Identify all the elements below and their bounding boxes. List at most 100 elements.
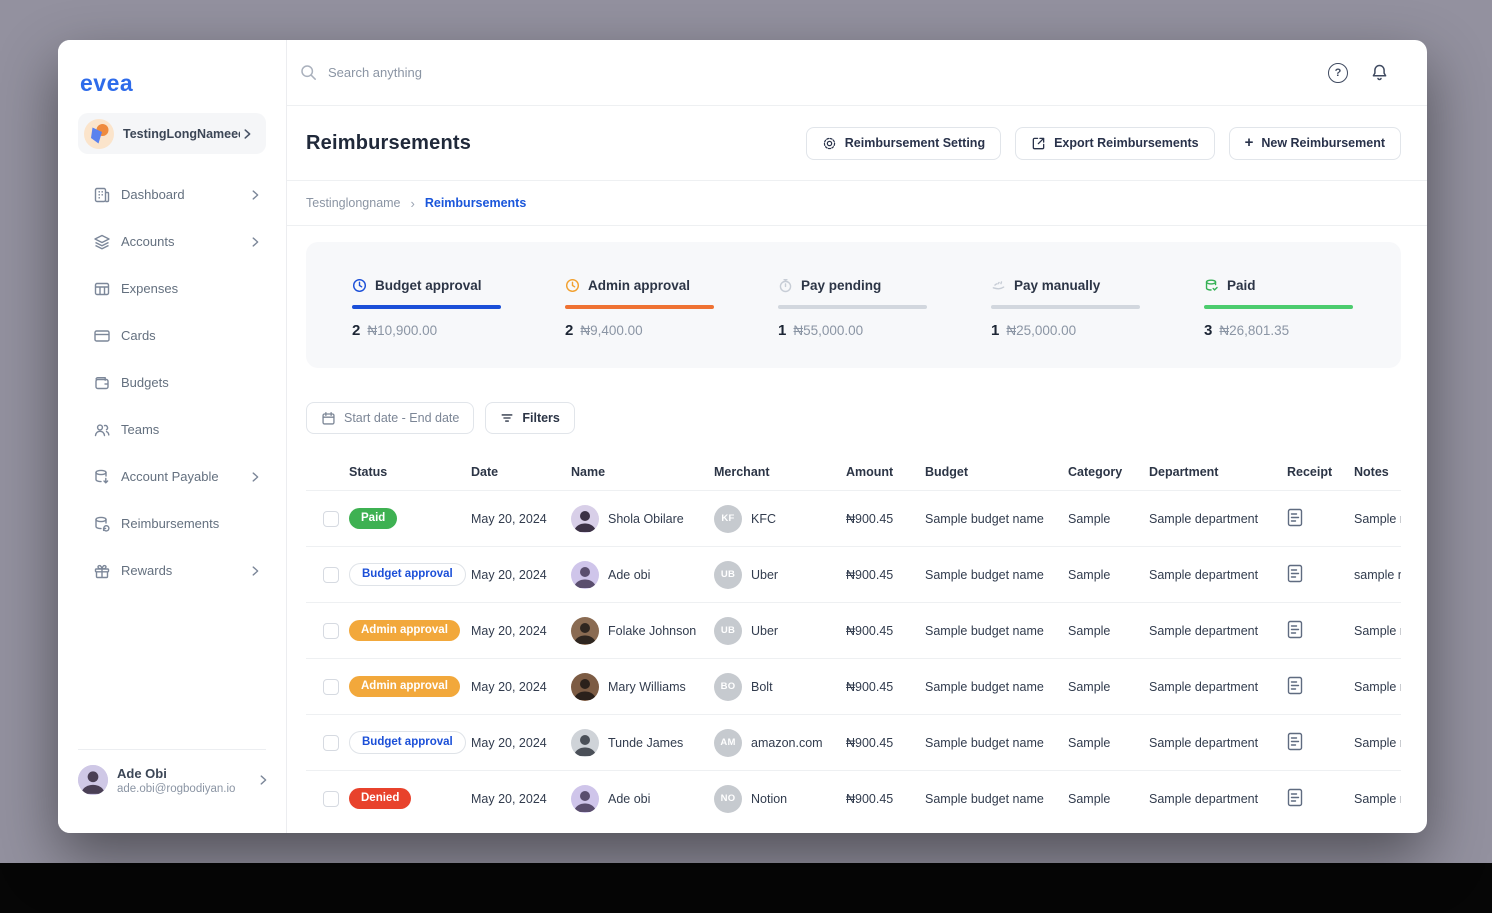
- user-profile[interactable]: Ade Obi ade.obi@rogbodiyan.io: [58, 750, 286, 795]
- bell-icon[interactable]: [1370, 63, 1389, 83]
- table-header: Status Date Name Merchant Amount Budget …: [306, 454, 1401, 490]
- tab-label: Admin approval: [588, 278, 691, 293]
- sidebar-item-reimbursements[interactable]: Reimbursements: [58, 500, 286, 547]
- cell-name: Mary Williams: [608, 679, 686, 694]
- row-checkbox[interactable]: [323, 622, 339, 639]
- cell-merchant: Bolt: [751, 679, 773, 694]
- table-row[interactable]: Paid May 20, 2024 Shola Obilare KF KFC ₦9…: [306, 490, 1401, 546]
- row-checkbox[interactable]: [323, 566, 339, 583]
- receipt-icon[interactable]: [1287, 620, 1303, 639]
- sidebar-item-label: Cards: [121, 328, 156, 343]
- table-row[interactable]: Denied May 20, 2024 Ade obi NO Notion ₦90…: [306, 770, 1401, 826]
- tab-paid[interactable]: Paid 3 ₦26,801.35: [1204, 278, 1353, 368]
- merchant-avatar: UB: [714, 616, 742, 645]
- export-reimbursements-button[interactable]: Export Reimbursements: [1015, 126, 1215, 160]
- merchant-avatar: AM: [714, 728, 742, 757]
- evea-logo: evea: [80, 70, 134, 96]
- tab-pay-pending[interactable]: Pay pending 1 ₦55,000.00: [778, 278, 927, 368]
- sidebar-item-expenses[interactable]: Expenses: [58, 265, 286, 312]
- receipt-icon[interactable]: [1287, 564, 1303, 583]
- filter-row: Start date - End date Filters: [306, 402, 1401, 434]
- button-label: Export Reimbursements: [1054, 136, 1199, 150]
- table-row[interactable]: Admin approval May 20, 2024 Mary William…: [306, 658, 1401, 714]
- row-checkbox[interactable]: [323, 790, 339, 807]
- sidebar-item-rewards[interactable]: Rewards: [58, 547, 286, 594]
- tab-admin-approval[interactable]: Admin approval 2 ₦9,400.00: [565, 278, 714, 368]
- cell-name: Ade obi: [608, 567, 651, 582]
- cell-budget: Sample budget name: [925, 679, 1044, 694]
- search-icon: [301, 65, 316, 80]
- tab-budget-approval[interactable]: Budget approval 2 ₦10,900.00: [352, 278, 501, 368]
- receipt-icon[interactable]: [1287, 676, 1303, 695]
- table-row[interactable]: Admin approval May 20, 2024 Folake Johns…: [306, 602, 1401, 658]
- cell-notes: Sample r: [1354, 511, 1401, 526]
- cell-amount: ₦900.45: [846, 735, 894, 750]
- page-header: Reimbursements Reimbursement Setting Exp…: [287, 106, 1427, 181]
- cell-notes: Sample r: [1354, 679, 1401, 694]
- sidebar-item-label: Budgets: [121, 375, 169, 390]
- sidebar-item-dashboard[interactable]: Dashboard: [58, 171, 286, 218]
- sidebar-footer: Ade Obi ade.obi@rogbodiyan.io: [58, 749, 286, 833]
- cell-merchant: Notion: [751, 791, 788, 806]
- sidebar-item-teams[interactable]: Teams: [58, 406, 286, 453]
- sidebar-item-accounts[interactable]: Accounts: [58, 218, 286, 265]
- cell-name: Ade obi: [608, 791, 651, 806]
- company-selector[interactable]: TestingLongNameee...: [78, 113, 266, 154]
- filters-button[interactable]: Filters: [485, 402, 575, 434]
- tab-label: Paid: [1227, 278, 1256, 293]
- chevron-right-icon: [252, 189, 259, 200]
- cards-icon: [92, 326, 111, 345]
- rewards-icon: [92, 561, 111, 580]
- status-badge: Budget approval: [349, 562, 466, 587]
- receipt-icon[interactable]: [1287, 508, 1303, 527]
- search-input[interactable]: [328, 65, 728, 80]
- sidebar-menu: Dashboard Accounts Expenses Cards Budget…: [58, 171, 286, 594]
- breadcrumb-parent[interactable]: Testinglongname: [306, 196, 401, 210]
- column-header-department: Department: [1149, 465, 1219, 479]
- row-checkbox[interactable]: [323, 734, 339, 751]
- reimbursements-table: Status Date Name Merchant Amount Budget …: [306, 454, 1401, 826]
- cell-department: Sample department: [1149, 791, 1259, 806]
- cell-notes: Sample r: [1354, 623, 1401, 638]
- tab-label: Pay pending: [801, 278, 882, 293]
- chevron-right-icon: [260, 775, 267, 785]
- tab-amount: ₦9,400.00: [580, 323, 643, 338]
- tab-label: Budget approval: [375, 278, 482, 293]
- cell-budget: Sample budget name: [925, 567, 1044, 582]
- tab-count: 1: [991, 322, 1000, 339]
- receipt-icon[interactable]: [1287, 732, 1303, 751]
- cell-merchant: KFC: [751, 511, 776, 526]
- status-badge: Denied: [349, 787, 412, 810]
- sidebar-item-label: Accounts: [121, 234, 175, 249]
- sidebar-item-cards[interactable]: Cards: [58, 312, 286, 359]
- sidebar-item-budgets[interactable]: Budgets: [58, 359, 286, 406]
- table-row[interactable]: Budget approval May 20, 2024 Tunde James…: [306, 714, 1401, 770]
- person-avatar: [571, 616, 599, 645]
- cell-amount: ₦900.45: [846, 791, 894, 806]
- topbar-icons: ?: [1328, 62, 1389, 83]
- table-row[interactable]: Budget approval May 20, 2024 Ade obi UB U…: [306, 546, 1401, 602]
- chevron-right-icon: [252, 565, 259, 576]
- person-avatar: [571, 560, 599, 589]
- row-checkbox[interactable]: [323, 510, 339, 527]
- column-header-name: Name: [571, 465, 606, 479]
- row-checkbox[interactable]: [323, 678, 339, 695]
- filter-icon: [501, 414, 513, 422]
- sidebar-item-account-payable[interactable]: Account Payable: [58, 453, 286, 500]
- user-email: ade.obi@rogbodiyan.io: [117, 782, 236, 795]
- help-icon[interactable]: ?: [1328, 62, 1348, 83]
- status-badge: Admin approval: [349, 675, 460, 698]
- tab-pay-manually[interactable]: Pay manually 1 ₦25,000.00: [991, 278, 1140, 368]
- page-actions: Reimbursement Setting Export Reimburseme…: [805, 126, 1401, 160]
- reimbursement-setting-button[interactable]: Reimbursement Setting: [805, 126, 1002, 160]
- date-range-button[interactable]: Start date - End date: [306, 402, 475, 434]
- cell-department: Sample department: [1149, 679, 1259, 694]
- new-reimbursement-button[interactable]: + New Reimbursement: [1228, 126, 1401, 160]
- receipt-icon[interactable]: [1287, 788, 1303, 807]
- merchant-avatar: KF: [714, 504, 742, 533]
- person-avatar: [571, 728, 599, 757]
- dashboard-icon: [92, 185, 111, 204]
- clock-icon: [565, 278, 580, 293]
- plus-icon: +: [1244, 134, 1254, 151]
- paid-coins-icon: [1205, 279, 1218, 291]
